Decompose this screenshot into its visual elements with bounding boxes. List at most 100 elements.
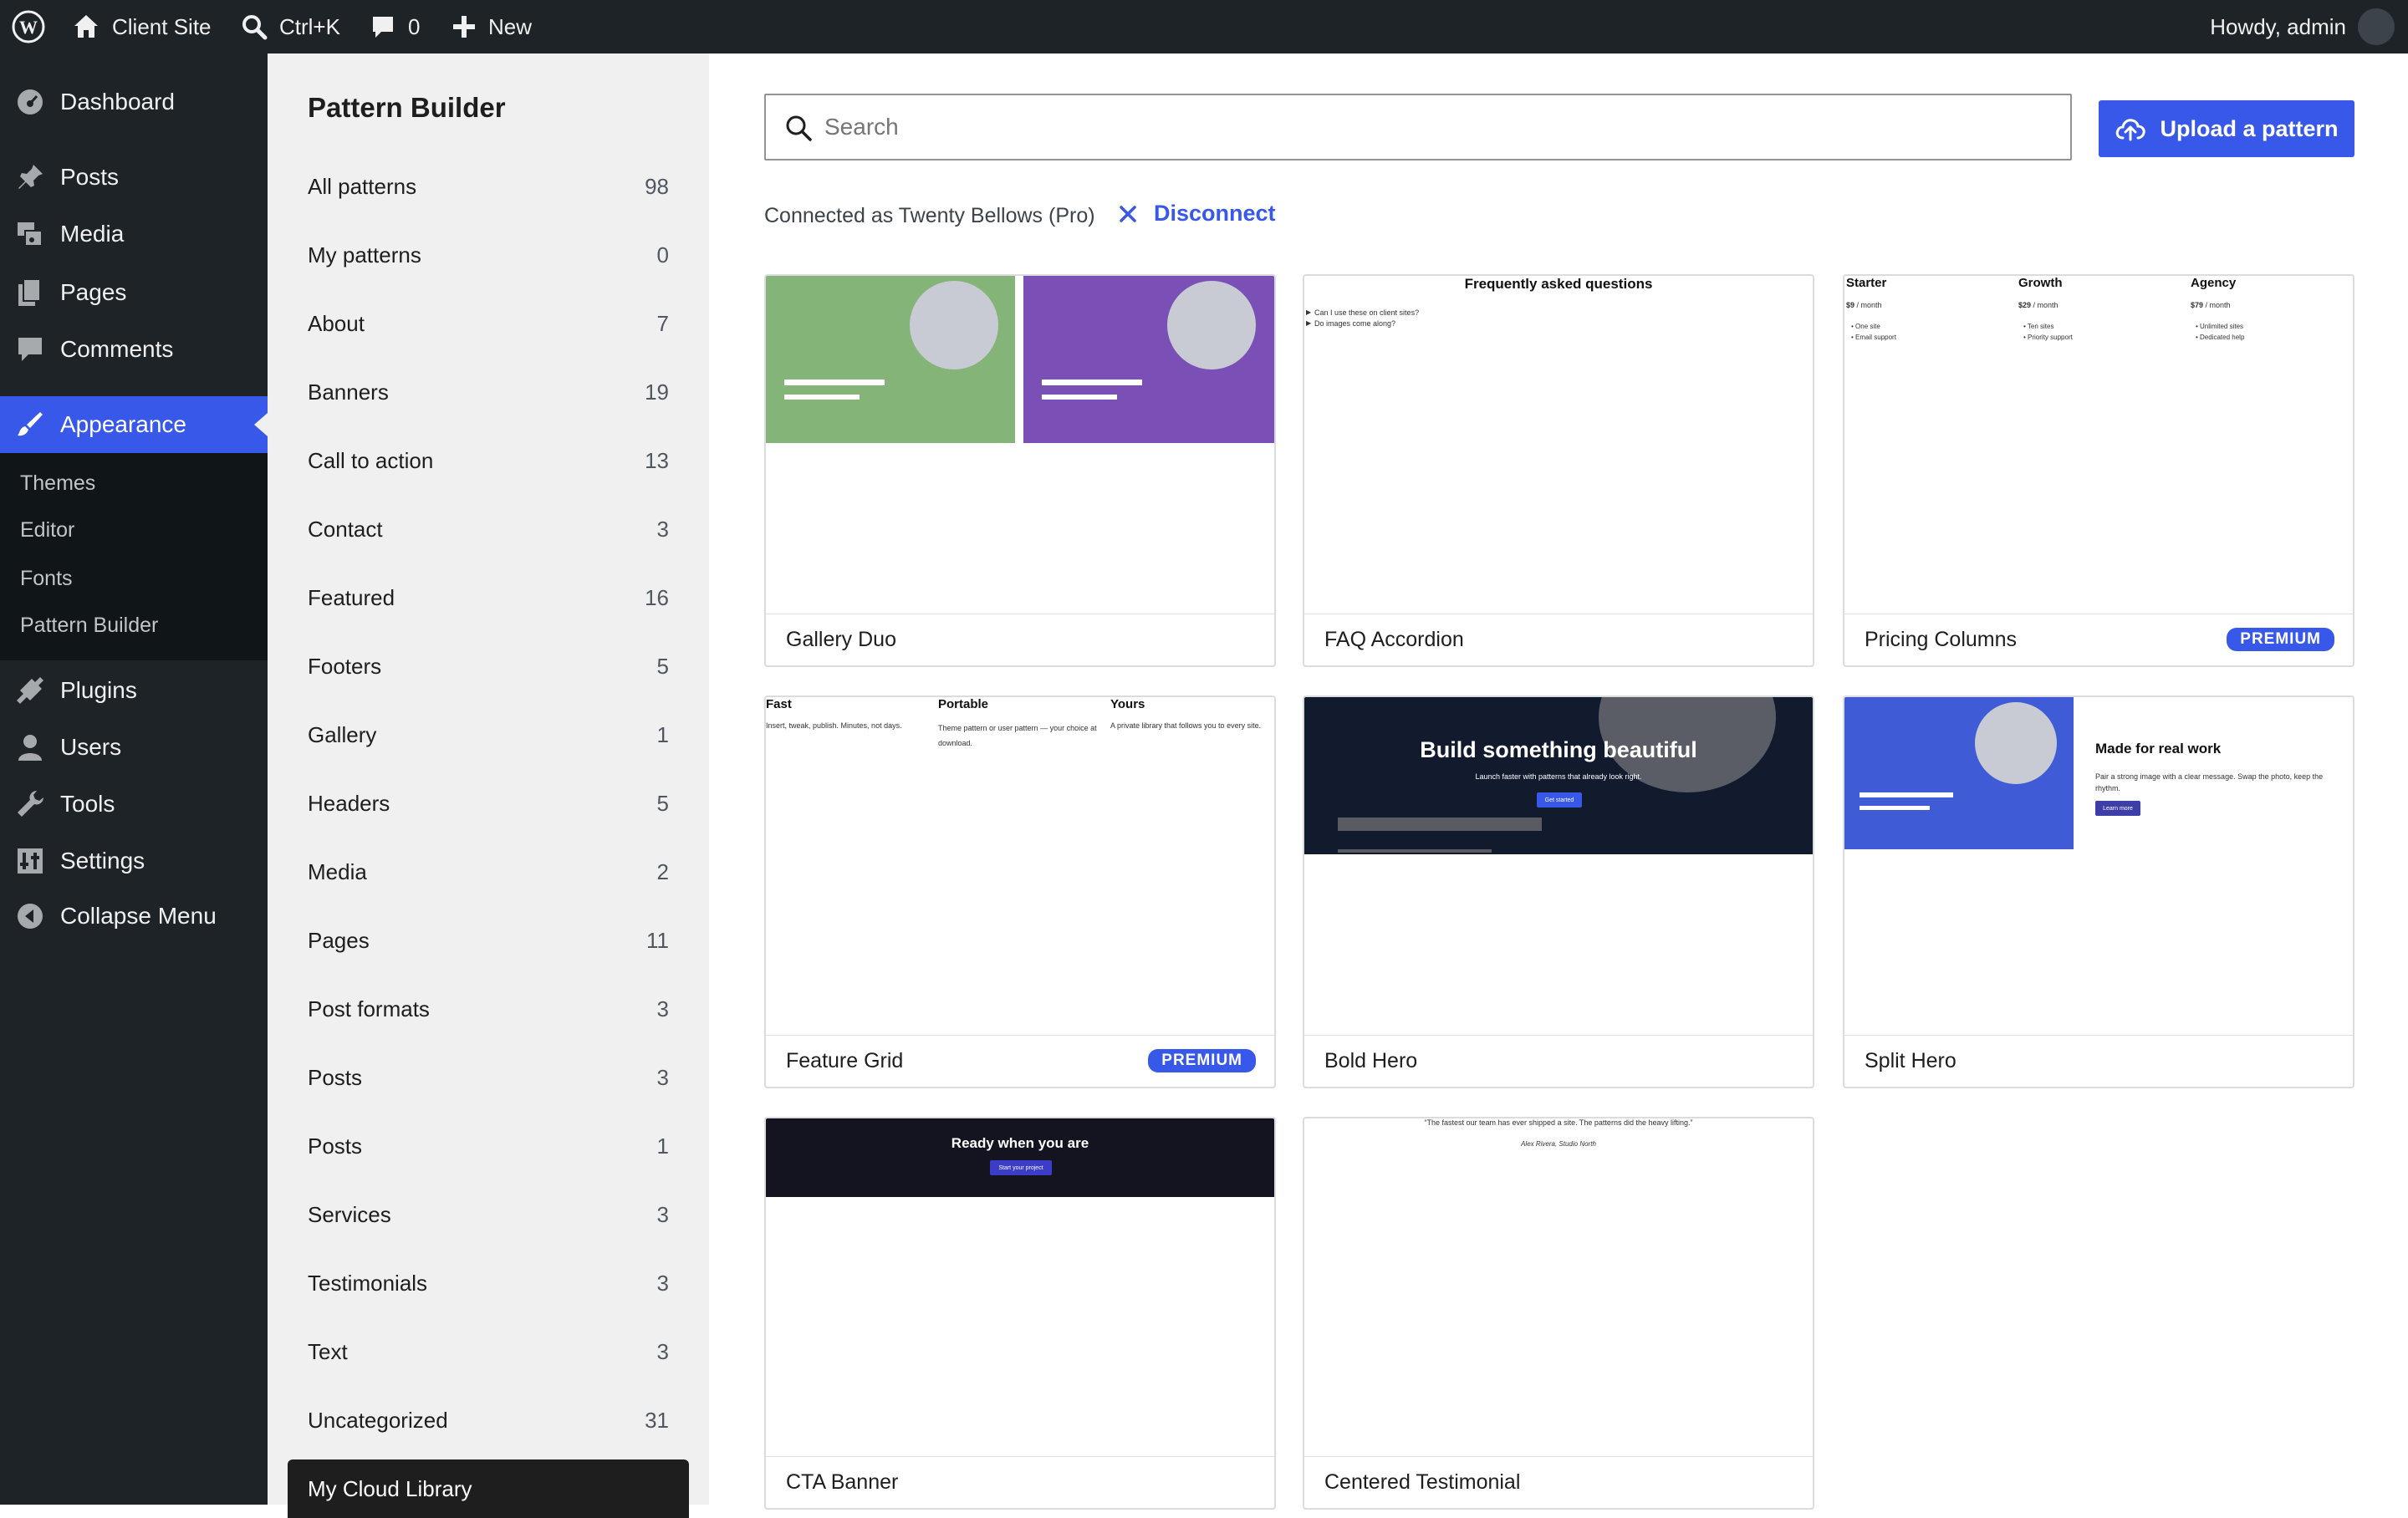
category-count: 3 [656,996,669,1021]
plan-feature: • One site [1851,323,1880,330]
menu-item-posts[interactable]: Posts [0,149,268,206]
pattern-preview: Frequently asked questions ▶ Can I use t… [1304,276,1813,614]
pattern-title: Bold Hero [1324,1049,1418,1072]
menu-item-users[interactable]: Users [0,719,268,776]
menu-item-appearance[interactable]: Appearance [0,396,268,453]
placeholder-line [1042,380,1142,385]
comment-icon [18,338,42,361]
menu-label: Tools [60,791,115,817]
cloud-upload-icon [2116,119,2146,141]
plan-name: Starter [1846,276,1887,290]
category-label: My patterns [308,242,421,267]
pattern-preview: Made for real work Pair a strong image w… [1844,697,2353,1035]
home-icon [74,15,98,38]
avatar [2358,8,2395,45]
pattern-card-centered-testimonial[interactable]: “The fastest our team has ever shipped a… [1303,1117,1814,1510]
plan-price: $9 [1846,301,1855,309]
new-content-link[interactable]: New [452,0,532,53]
svg-text:W: W [19,17,38,38]
command-palette-link[interactable]: Ctrl+K [241,0,340,53]
feature-text: A private library that follows you to ev… [1110,721,1262,730]
pattern-title: CTA Banner [786,1470,899,1494]
cta-heading: Ready when you are [951,1135,1089,1151]
plan-price: $79 [2191,301,2204,309]
appearance-submenu: Themes Editor Fonts Pattern Builder [0,453,268,660]
menu-item-pages[interactable]: Pages [0,264,268,321]
cta-button: Start your project [990,1160,1052,1175]
pattern-preview: Ready when you are Start your project [766,1118,1274,1456]
placeholder-line [784,380,885,385]
placeholder-line [784,395,860,400]
menu-item-comments[interactable]: Comments [0,321,268,378]
feature-text: Insert, tweak, publish. Minutes, not day… [766,721,902,730]
category-label: Pages [308,928,370,953]
disconnect-button[interactable]: Disconnect [1119,201,1276,227]
site-name-link[interactable]: Client Site [72,0,212,53]
plan-feature: • Email support [1851,334,1896,341]
feature-name: Yours [1110,697,1145,711]
submenu-item-themes[interactable]: Themes [20,471,95,496]
category-count: 3 [656,1065,669,1090]
preview-text: Do images come along? [1314,319,1396,328]
pattern-card-footer: Split Hero [1844,1035,2353,1087]
upload-label: Upload a pattern [2160,115,2339,141]
submenu-item-editor[interactable]: Editor [20,518,74,543]
menu-item-plugins[interactable]: Plugins [0,662,268,719]
account-menu[interactable]: Howdy, admin [2210,0,2395,53]
current-menu-arrow [254,413,268,436]
menu-item-dashboard[interactable]: Dashboard [0,74,268,130]
category-count: 11 [646,928,669,953]
plan-name: Growth [2018,276,2063,290]
hero-heading: Build something beautiful [1420,737,1697,762]
search-icon [242,15,268,40]
wordpress-logo-icon[interactable]: W [12,0,45,53]
testimonial-author: Alex Rivera, Studio North [1521,1140,1596,1148]
upload-pattern-button[interactable]: Upload a pattern [2099,100,2354,157]
close-icon [1120,205,1136,222]
search-input[interactable] [824,105,2053,149]
search-box [764,94,2072,160]
pattern-card-pricing-columns[interactable]: Starter $9 / month • One site • Email su… [1843,274,2354,667]
category-label: Testimonials [308,1271,428,1296]
pattern-card-faq-accordion[interactable]: Frequently asked questions ▶ Can I use t… [1303,274,1814,667]
premium-badge: PREMIUM [1148,1049,1256,1072]
menu-item-settings[interactable]: Settings [0,833,268,889]
comments-count: 0 [408,13,421,39]
split-button: Learn more [2095,801,2140,816]
pattern-title: Gallery Duo [786,628,896,651]
pattern-card-bold-hero[interactable]: Build something beautiful Launch faster … [1303,695,1814,1088]
search-icon [786,115,812,141]
hero-button: Get started [1537,792,1582,807]
new-label: New [488,13,533,39]
media-icon [18,222,43,247]
pattern-card-gallery-duo[interactable]: Gallery Duo [764,274,1276,667]
panel-title: Pattern Builder [308,92,506,123]
hero-subtext: Launch faster with patterns that already… [1475,772,1642,781]
pattern-card-feature-grid[interactable]: Fast Insert, tweak, publish. Minutes, no… [764,695,1276,1088]
pattern-library-main: Upload a pattern Connected as Twenty Bel… [709,53,2408,1510]
pattern-preview [766,276,1274,614]
category-count: 1 [656,1133,669,1159]
pattern-card-split-hero[interactable]: Made for real work Pair a strong image w… [1843,695,2354,1088]
menu-item-tools[interactable]: Tools [0,776,268,833]
menu-label: Dashboard [60,89,175,115]
submenu-item-pattern-builder[interactable]: Pattern Builder [20,614,158,638]
category-count: 2 [656,859,669,884]
menu-label: Plugins [60,677,137,703]
placeholder-line [1860,792,1953,797]
preview-text: Can I use these on client sites? [1314,308,1420,317]
pattern-card-footer: Pricing Columns PREMIUM [1844,614,2353,665]
pattern-category-panel: Pattern Builder All patterns 98 My patter… [268,53,709,1518]
comments-link[interactable]: 0 [370,0,420,53]
testimonial-quote: “The fastest our team has ever shipped a… [1424,1118,1693,1127]
placeholder-line [1042,395,1117,400]
my-cloud-library-tab[interactable]: My Cloud Library [288,1459,689,1518]
pattern-title: Centered Testimonial [1324,1470,1521,1494]
collapse-menu-button[interactable]: Collapse Menu [0,888,268,945]
faq-triangle-icon: ▶ [1306,308,1312,316]
pattern-card-cta-banner[interactable]: Ready when you are Start your project CT… [764,1117,1276,1510]
submenu-item-fonts[interactable]: Fonts [20,567,73,591]
category-label: Gallery [308,722,377,747]
menu-item-media[interactable]: Media [0,206,268,262]
category-label: Media [308,859,367,884]
